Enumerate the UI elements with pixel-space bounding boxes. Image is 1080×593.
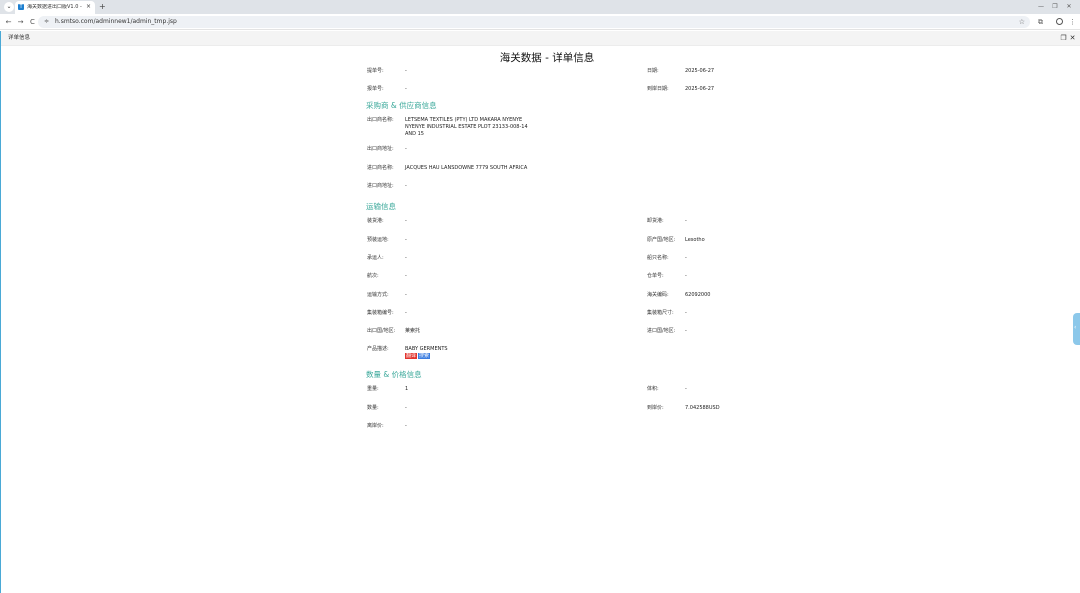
volume-value: -	[685, 386, 687, 392]
unit-price-value: 7.042588USD	[685, 405, 720, 411]
container-no-value: -	[685, 273, 687, 279]
destination-label: 预装运地:	[367, 237, 389, 243]
url-text[interactable]: h.smtso.com/adminnew1/admin_tmp.jsp	[55, 18, 177, 26]
weight-value: 1	[405, 386, 409, 392]
unit-price-label: 到岸价:	[647, 405, 664, 411]
export-country-label: 出口国/地区:	[367, 328, 396, 334]
transport-mode-label: 运输方式:	[367, 292, 389, 298]
box-size-value: -	[685, 310, 687, 316]
container-no-label: 仓单号:	[647, 273, 664, 279]
importer-name-value: JACQUES HAU LANSDOWNE 7779 SOUTH AFRICA	[405, 165, 528, 171]
minimize-window-button[interactable]: —	[1036, 2, 1046, 11]
exporter-name-value: LETSEMA TEXTILES (PTY) LTD MAKARA NYENYE…	[405, 117, 528, 137]
extensions-icon[interactable]: ⧉	[1036, 17, 1045, 27]
importer-address-value: -	[405, 183, 407, 189]
import-country-label: 进口国/地区:	[647, 328, 676, 334]
unloading-port-value: -	[685, 218, 687, 224]
browser-tab[interactable]: T 海关数据进出口版V1.0 - 江苏 ×	[15, 1, 95, 14]
buyer-supplier-heading: 采购商 & 供应商信息	[366, 101, 437, 110]
hs-code-value: 62092000	[685, 292, 711, 298]
bill-no-label: 提单号:	[367, 68, 384, 74]
close-window-button[interactable]: ✕	[1064, 2, 1074, 11]
date-value: 2025-06-27	[685, 68, 715, 74]
declaration-no-value: -	[405, 86, 407, 92]
fob-label: 离岸价:	[367, 423, 384, 429]
voyage-label: 航次:	[367, 273, 379, 279]
bill-no-value: -	[405, 68, 407, 74]
fob-value: -	[405, 423, 407, 429]
site-info-icon[interactable]: ≑	[44, 18, 49, 26]
export-country-value: 莱索托	[405, 328, 421, 334]
profile-avatar-icon[interactable]	[1056, 18, 1063, 25]
chevron-left-icon: ‹	[1074, 324, 1077, 331]
loading-port-label: 装货港:	[367, 218, 384, 224]
close-panel-icon[interactable]: ✕	[1068, 34, 1077, 43]
vessel-value: -	[685, 255, 687, 261]
exporter-address-label: 出口商地址:	[367, 146, 394, 152]
destination-value: -	[405, 237, 407, 243]
transport-mode-value: -	[405, 292, 407, 298]
browser-menu-icon[interactable]: ⋮	[1068, 17, 1077, 27]
search-button[interactable]: 搜索	[418, 353, 431, 359]
restore-panel-icon[interactable]: ❐	[1059, 34, 1068, 43]
new-tab-button[interactable]: +	[99, 1, 106, 13]
reload-icon[interactable]: C	[28, 17, 37, 27]
product-desc-value: BABY GERMENTS	[405, 346, 448, 352]
weight-label: 重量:	[367, 386, 379, 392]
hs-code-label: 海关编码:	[647, 292, 669, 298]
carrier-value: -	[405, 255, 407, 261]
side-drawer-handle[interactable]: ‹	[1073, 313, 1080, 345]
volume-label: 体积:	[647, 386, 659, 392]
declaration-no-label: 报单号:	[367, 86, 384, 92]
quantity-price-heading: 数量 & 价格信息	[366, 370, 422, 379]
unloading-port-label: 卸货港:	[647, 218, 664, 224]
box-no-value: -	[405, 310, 407, 316]
translate-button[interactable]: 翻译	[405, 353, 418, 359]
date-label: 日期:	[647, 68, 659, 74]
bookmark-star-icon[interactable]: ☆	[1019, 17, 1025, 27]
voyage-value: -	[405, 273, 407, 279]
shipping-heading: 运输信息	[366, 202, 396, 211]
import-country-value: -	[685, 328, 687, 334]
arrival-date-value: 2025-06-27	[685, 86, 715, 92]
exporter-name-label: 出口商名称:	[367, 117, 394, 123]
page-title: 海关数据 - 详单信息	[499, 52, 595, 64]
arrival-date-label: 到岸日期:	[647, 86, 669, 92]
tab-search-button[interactable]: ⌄	[4, 2, 14, 12]
box-size-label: 集装箱尺寸:	[647, 310, 674, 316]
tab-close-icon[interactable]: ×	[86, 3, 91, 11]
exporter-address-value: -	[405, 146, 407, 152]
box-no-label: 集装箱编号:	[367, 310, 394, 316]
detail-content: 海关数据 - 详单信息 提单号: - 日期: 2025-06-27 报单号: -…	[1, 47, 1080, 593]
carrier-label: 承运人:	[367, 255, 384, 261]
panel-header: 详单信息 ❐ ✕	[1, 31, 1080, 46]
product-desc-label: 产品描述:	[367, 346, 389, 352]
back-icon[interactable]: ←	[4, 17, 13, 27]
maximize-window-button[interactable]: ❐	[1050, 2, 1060, 11]
importer-address-label: 进口商地址:	[367, 183, 394, 189]
quantity-label: 数量:	[367, 405, 379, 411]
forward-icon[interactable]: →	[16, 17, 25, 27]
browser-tab-bar: ⌄ T 海关数据进出口版V1.0 - 江苏 × + — ❐ ✕	[0, 0, 1080, 14]
tab-title: 海关数据进出口版V1.0 - 江苏	[27, 4, 83, 10]
site-favicon-icon: T	[18, 4, 24, 10]
origin-value: Lesotho	[685, 237, 705, 243]
loading-port-value: -	[405, 218, 407, 224]
address-bar[interactable]: ≑ h.smtso.com/adminnew1/admin_tmp.jsp ☆	[38, 16, 1030, 28]
product-desc-actions: 翻译 搜索	[405, 353, 431, 360]
app-window: 详单信息 ❐ ✕ 海关数据 - 详单信息 提单号: - 日期: 2025-06-…	[0, 31, 1080, 593]
quantity-value: -	[405, 405, 407, 411]
panel-title: 详单信息	[8, 35, 31, 41]
importer-name-label: 进口商名称:	[367, 165, 394, 171]
origin-label: 原产国/地区:	[647, 237, 676, 243]
vessel-label: 船只名称:	[647, 255, 669, 261]
browser-toolbar: ← → C ≑ h.smtso.com/adminnew1/admin_tmp.…	[0, 14, 1080, 30]
